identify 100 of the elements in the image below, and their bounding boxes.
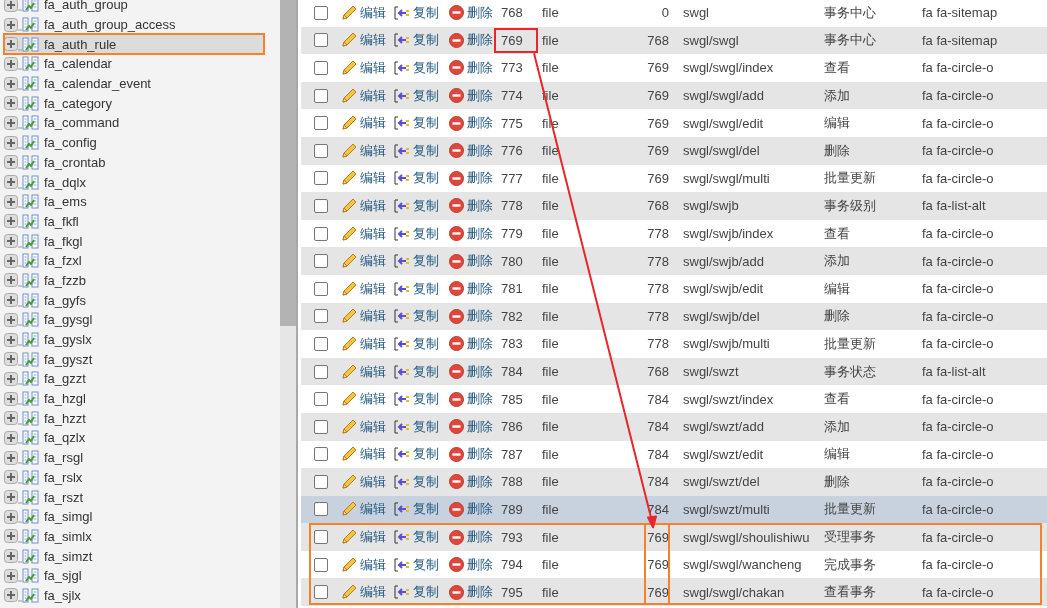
expand-icon[interactable]: [4, 312, 18, 327]
delete-link[interactable]: 删除: [449, 252, 493, 271]
delete-link[interactable]: 删除: [449, 445, 493, 464]
expand-icon[interactable]: [4, 411, 18, 426]
expand-icon[interactable]: [4, 352, 18, 367]
edit-link[interactable]: 编辑: [341, 59, 386, 77]
delete-link[interactable]: 删除: [449, 555, 493, 574]
copy-link[interactable]: 复制: [394, 500, 439, 519]
expand-icon[interactable]: [4, 175, 18, 190]
row-checkbox[interactable]: [314, 557, 328, 572]
expand-icon[interactable]: [4, 56, 18, 71]
edit-link[interactable]: 编辑: [341, 528, 386, 547]
table-tree-item[interactable]: fa_crontab: [4, 152, 264, 173]
expand-icon[interactable]: [4, 568, 18, 583]
row-checkbox[interactable]: [314, 254, 328, 269]
copy-link[interactable]: 复制: [394, 390, 439, 409]
edit-link[interactable]: 编辑: [341, 555, 386, 574]
expand-icon[interactable]: [4, 509, 18, 524]
table-tree-item[interactable]: fa_fzzb: [4, 270, 264, 291]
table-tree-item[interactable]: fa_gyfs: [4, 290, 264, 310]
table-tree-item[interactable]: fa_fzxl: [4, 250, 264, 271]
expand-icon[interactable]: [4, 253, 18, 268]
row-checkbox[interactable]: [314, 88, 328, 103]
expand-icon[interactable]: [4, 0, 18, 12]
table-tree-item[interactable]: fa_simzt: [4, 546, 264, 566]
delete-link[interactable]: 删除: [449, 114, 493, 133]
table-tree-item[interactable]: fa_calendar_event: [4, 73, 264, 94]
row-checkbox[interactable]: [314, 336, 328, 351]
copy-link[interactable]: 复制: [394, 224, 439, 243]
table-tree-item[interactable]: fa_gzzt: [4, 369, 264, 389]
expand-icon[interactable]: [4, 430, 18, 445]
table-tree-item[interactable]: fa_config: [4, 132, 264, 153]
row-checkbox[interactable]: [314, 447, 328, 462]
edit-link[interactable]: 编辑: [341, 445, 386, 464]
row-checkbox[interactable]: [314, 309, 328, 324]
row-checkbox[interactable]: [314, 143, 328, 158]
expand-icon[interactable]: [4, 214, 18, 229]
table-tree-item[interactable]: fa_auth_group: [4, 0, 264, 15]
delete-link[interactable]: 删除: [449, 141, 493, 160]
delete-link[interactable]: 删除: [449, 196, 493, 215]
edit-link[interactable]: 编辑: [341, 141, 386, 160]
expand-icon[interactable]: [4, 293, 18, 308]
table-tree-item[interactable]: fa_command: [4, 113, 264, 133]
delete-link[interactable]: 删除: [449, 279, 493, 298]
copy-link[interactable]: 复制: [394, 31, 439, 50]
edit-link[interactable]: 编辑: [341, 472, 386, 491]
table-tree-item[interactable]: fa_hzgl: [4, 388, 264, 409]
edit-link[interactable]: 编辑: [341, 3, 386, 22]
table-tree-item[interactable]: fa_fkfl: [4, 211, 264, 232]
delete-link[interactable]: 删除: [449, 500, 493, 519]
delete-link[interactable]: 删除: [449, 472, 493, 491]
edit-link[interactable]: 编辑: [341, 169, 386, 188]
expand-icon[interactable]: [4, 17, 18, 32]
edit-link[interactable]: 编辑: [341, 114, 386, 133]
expand-icon[interactable]: [4, 470, 18, 485]
expand-icon[interactable]: [4, 76, 18, 91]
expand-icon[interactable]: [4, 234, 18, 249]
row-checkbox[interactable]: [314, 474, 328, 489]
table-tree-item[interactable]: fa_rszt: [4, 487, 264, 507]
delete-link[interactable]: 删除: [449, 417, 493, 436]
row-checkbox[interactable]: [314, 502, 328, 517]
edit-link[interactable]: 编辑: [341, 196, 386, 215]
copy-link[interactable]: 复制: [394, 86, 439, 105]
row-checkbox[interactable]: [314, 530, 328, 545]
table-tree-item[interactable]: fa_sjlx: [4, 585, 264, 606]
delete-link[interactable]: 删除: [449, 3, 493, 22]
delete-link[interactable]: 删除: [449, 86, 493, 105]
copy-link[interactable]: 复制: [394, 196, 439, 215]
delete-link[interactable]: 删除: [449, 362, 493, 381]
copy-link[interactable]: 复制: [394, 417, 439, 436]
delete-link[interactable]: 删除: [449, 583, 493, 602]
row-checkbox[interactable]: [314, 5, 328, 20]
table-tree-item[interactable]: fa_category: [4, 93, 264, 114]
expand-icon[interactable]: [4, 155, 18, 170]
copy-link[interactable]: 复制: [394, 252, 439, 271]
expand-icon[interactable]: [4, 391, 18, 406]
table-tree-item[interactable]: fa_simgl: [4, 506, 264, 527]
expand-icon[interactable]: [4, 37, 18, 52]
table-tree-item[interactable]: fa_sjgl: [4, 565, 264, 586]
copy-link[interactable]: 复制: [394, 59, 439, 77]
expand-icon[interactable]: [4, 371, 18, 386]
row-checkbox[interactable]: [314, 364, 328, 379]
expand-icon[interactable]: [4, 115, 18, 130]
copy-link[interactable]: 复制: [394, 169, 439, 188]
table-tree-item[interactable]: fa_fkgl: [4, 231, 264, 251]
table-tree-item[interactable]: fa_auth_group_access: [4, 14, 264, 35]
copy-link[interactable]: 复制: [394, 472, 439, 491]
table-tree-item[interactable]: fa_gyszt: [4, 349, 264, 370]
copy-link[interactable]: 复制: [394, 528, 439, 547]
expand-icon[interactable]: [4, 529, 18, 544]
copy-link[interactable]: 复制: [394, 362, 439, 381]
edit-link[interactable]: 编辑: [341, 224, 386, 243]
row-checkbox[interactable]: [314, 116, 328, 131]
edit-link[interactable]: 编辑: [341, 86, 386, 105]
table-tree-item[interactable]: fa_dqlx: [4, 172, 264, 192]
row-checkbox[interactable]: [314, 281, 328, 296]
expand-icon[interactable]: [4, 588, 18, 603]
edit-link[interactable]: 编辑: [341, 583, 386, 602]
delete-link[interactable]: 删除: [449, 59, 493, 77]
edit-link[interactable]: 编辑: [341, 390, 386, 409]
